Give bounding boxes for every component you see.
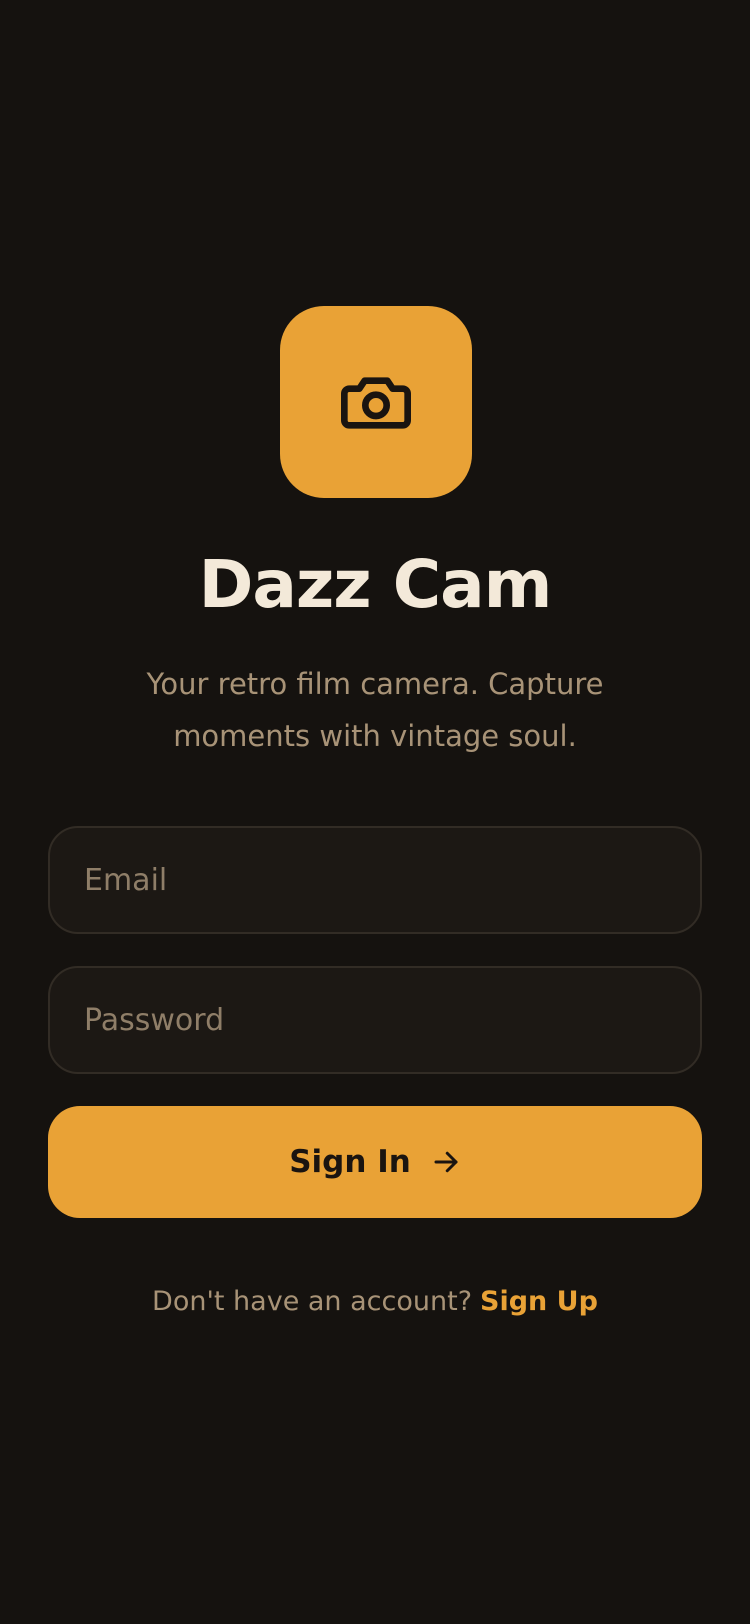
sign-up-link[interactable]: Sign Up xyxy=(480,1286,598,1317)
password-field[interactable] xyxy=(48,966,702,1074)
app-title: Dazz Cam xyxy=(198,546,553,623)
email-field[interactable] xyxy=(48,826,702,934)
camera-icon xyxy=(341,377,411,429)
password-input[interactable] xyxy=(84,968,700,1072)
email-input[interactable] xyxy=(84,828,700,932)
signup-prompt-text: Don't have an account? xyxy=(152,1286,473,1317)
sign-in-label: Sign In xyxy=(289,1144,411,1180)
app-logo xyxy=(280,306,472,498)
sign-in-screen: Dazz Cam Your retro film camera. Capture… xyxy=(0,0,750,1624)
sign-in-button[interactable]: Sign In xyxy=(48,1106,702,1218)
app-tagline: Your retro film camera. Capture moments … xyxy=(146,667,604,753)
arrow-right-icon xyxy=(434,1151,458,1173)
signup-prompt: Don't have an account? Sign Up xyxy=(0,1282,750,1322)
